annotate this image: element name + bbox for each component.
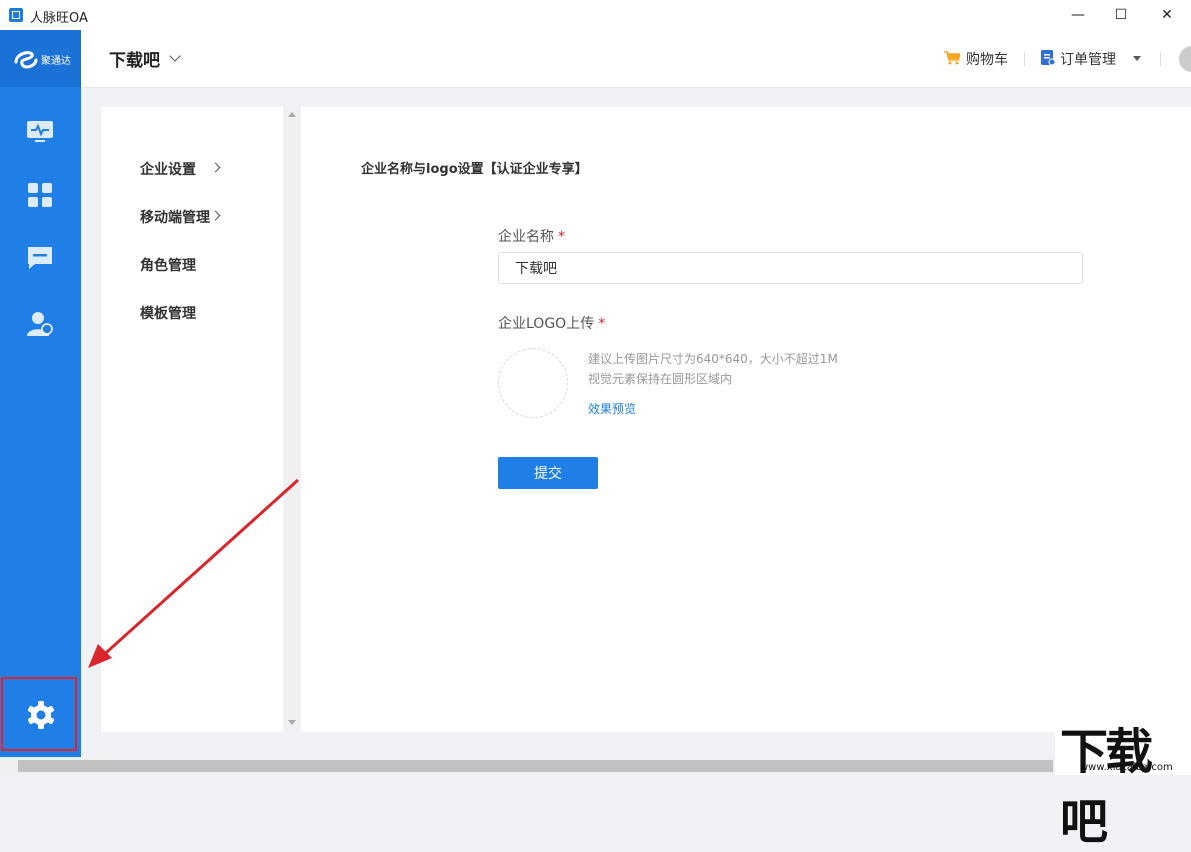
- logo-upload-label-text: 企业LOGO上传: [498, 316, 595, 332]
- main-panel: [301, 107, 1191, 732]
- section-title: 企业名称与logo设置【认证企业专享】: [361, 162, 588, 177]
- scroll-down-icon[interactable]: [288, 720, 296, 725]
- watermark-logo: 下载吧: [1060, 724, 1153, 850]
- logo-icon: [14, 51, 38, 69]
- scroll-up-icon[interactable]: [288, 112, 296, 117]
- watermark-url: www.xiazaiba.com: [1080, 762, 1173, 773]
- apps-grid-icon[interactable]: [26, 181, 54, 209]
- order-icon[interactable]: [1041, 50, 1055, 66]
- highlight-frame: [1, 677, 77, 751]
- contacts-icon[interactable]: [26, 310, 54, 338]
- message-icon[interactable]: [26, 244, 54, 272]
- window-title: 人脉旺OA: [30, 11, 88, 26]
- cart-icon[interactable]: [944, 51, 960, 65]
- orders-link[interactable]: 订单管理: [1060, 49, 1116, 69]
- cart-link[interactable]: 购物车: [966, 49, 1008, 69]
- submit-button[interactable]: 提交: [498, 457, 598, 489]
- company-switcher[interactable]: 下载吧: [109, 46, 160, 71]
- monitor-icon[interactable]: [26, 118, 54, 146]
- logo-hint-size: 建议上传图片尺寸为640*640，大小不超过1M: [588, 352, 838, 366]
- menu-item-mobile-management[interactable]: 移动端管理: [140, 207, 210, 227]
- maximize-button[interactable]: ☐: [1098, 0, 1144, 30]
- menu-item-template-management[interactable]: 模板管理: [140, 303, 196, 323]
- logo-text: 聚通达: [41, 56, 71, 67]
- annotation-arrow: [88, 478, 300, 668]
- title-bar: [0, 0, 1191, 30]
- minimize-button[interactable]: —: [1055, 0, 1101, 30]
- company-name-label: 企业名称 *: [498, 226, 565, 246]
- menu-item-role-management[interactable]: 角色管理: [140, 255, 196, 275]
- scrollbar-thumb[interactable]: [18, 760, 1053, 772]
- required-mark: *: [558, 229, 565, 245]
- company-name-input[interactable]: [498, 252, 1083, 284]
- caret-down-icon[interactable]: [1133, 56, 1141, 61]
- preview-link[interactable]: 效果预览: [588, 400, 636, 417]
- app-icon: [9, 8, 23, 22]
- close-button[interactable]: ✕: [1144, 0, 1190, 30]
- required-mark: *: [598, 316, 606, 332]
- menu-item-company-settings[interactable]: 企业设置: [140, 159, 196, 179]
- company-name-label-text: 企业名称: [498, 229, 554, 245]
- header-divider: [1160, 52, 1161, 66]
- logo-upload-label: 企业LOGO上传 *: [498, 313, 605, 333]
- header-divider: [1024, 52, 1025, 66]
- logo-hint-area: 视觉元素保持在圆形区域内: [588, 372, 733, 386]
- logo-upload-area[interactable]: [498, 348, 568, 418]
